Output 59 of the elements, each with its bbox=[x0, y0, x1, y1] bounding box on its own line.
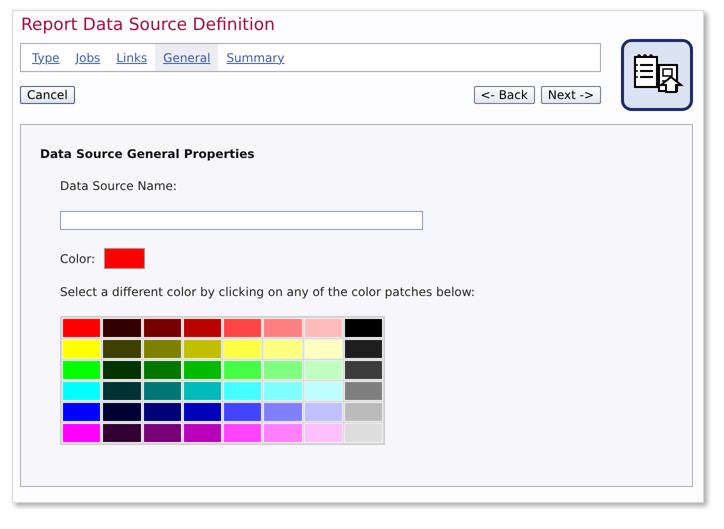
color-patch[interactable] bbox=[102, 423, 142, 443]
color-patch[interactable] bbox=[304, 318, 343, 338]
color-patch[interactable] bbox=[304, 423, 343, 443]
color-patch[interactable] bbox=[344, 402, 383, 422]
color-patch[interactable] bbox=[102, 381, 142, 401]
back-button[interactable]: <- Back bbox=[474, 86, 535, 104]
color-patch[interactable] bbox=[344, 360, 383, 380]
color-patch[interactable] bbox=[142, 381, 182, 401]
color-patch[interactable] bbox=[223, 339, 262, 359]
field-label: Color: bbox=[60, 250, 96, 268]
next-button[interactable]: Next -> bbox=[540, 86, 601, 104]
color-patch[interactable] bbox=[182, 402, 222, 422]
color-patch[interactable] bbox=[62, 402, 102, 422]
color-patch[interactable] bbox=[62, 339, 102, 359]
color-patch[interactable] bbox=[223, 423, 262, 443]
color-patch[interactable] bbox=[142, 339, 182, 359]
color-patch[interactable] bbox=[304, 339, 343, 359]
color-patch[interactable] bbox=[182, 339, 222, 359]
color-patch[interactable] bbox=[142, 423, 182, 443]
color-patch[interactable] bbox=[182, 360, 222, 380]
color-patch[interactable] bbox=[263, 381, 302, 401]
color-patch[interactable] bbox=[223, 318, 262, 338]
color-patch[interactable] bbox=[263, 402, 302, 422]
color-patch[interactable] bbox=[62, 381, 102, 401]
color-patch[interactable] bbox=[304, 360, 343, 380]
color-patch[interactable] bbox=[102, 339, 142, 359]
color-patch[interactable] bbox=[182, 381, 222, 401]
field-label: Data Source Name: bbox=[60, 178, 178, 195]
tab[interactable]: General bbox=[155, 44, 218, 71]
color-patch[interactable] bbox=[102, 318, 142, 338]
color-patch[interactable] bbox=[304, 381, 343, 401]
color-patch[interactable] bbox=[102, 360, 142, 380]
color-patch[interactable] bbox=[142, 360, 182, 380]
color-patch[interactable] bbox=[263, 318, 302, 338]
color-patch[interactable] bbox=[344, 339, 383, 359]
color-patch[interactable] bbox=[263, 423, 302, 443]
color-patch[interactable] bbox=[223, 381, 262, 401]
color-patch[interactable] bbox=[344, 423, 383, 443]
color-patch[interactable] bbox=[304, 402, 343, 422]
color-patch[interactable] bbox=[142, 318, 182, 338]
name-field[interactable] bbox=[60, 211, 423, 230]
color-patch[interactable] bbox=[223, 402, 262, 422]
report-upload-icon bbox=[621, 39, 693, 111]
color-patch[interactable] bbox=[223, 360, 262, 380]
color-patch[interactable] bbox=[142, 402, 182, 422]
palette-hint: Select a different color by clicking on any of the color patches below: bbox=[60, 284, 476, 301]
color-patch[interactable] bbox=[62, 423, 102, 443]
page-title: Report Data Source Definition bbox=[21, 15, 275, 35]
color-patch[interactable] bbox=[263, 339, 302, 359]
color-patch[interactable] bbox=[62, 318, 102, 338]
color-patch[interactable] bbox=[182, 318, 222, 338]
color-patch[interactable] bbox=[62, 360, 102, 380]
color-patch[interactable] bbox=[344, 318, 383, 338]
color-patch[interactable] bbox=[263, 360, 302, 380]
cancel-button[interactable]: Cancel bbox=[20, 86, 75, 104]
color-patch[interactable] bbox=[344, 381, 383, 401]
color-patch[interactable] bbox=[102, 402, 142, 422]
section-title: Data Source General Properties bbox=[40, 146, 256, 163]
color-patch[interactable] bbox=[182, 423, 222, 443]
